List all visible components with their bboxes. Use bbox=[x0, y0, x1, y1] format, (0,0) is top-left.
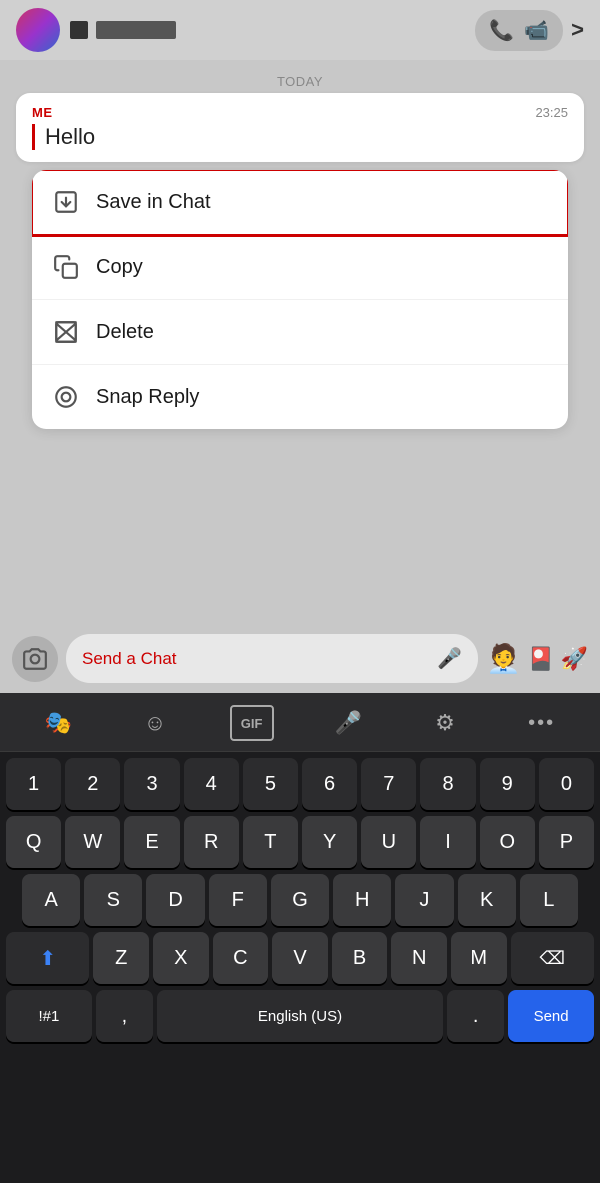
key-4[interactable]: 4 bbox=[184, 758, 239, 810]
key-r[interactable]: R bbox=[184, 816, 239, 868]
name-initial-block bbox=[70, 21, 88, 39]
key-d[interactable]: D bbox=[146, 874, 204, 926]
sticker-toolbar-btn[interactable]: 🎭 bbox=[36, 705, 80, 741]
input-placeholder: Send a Chat bbox=[82, 649, 177, 669]
emoji-toolbar-btn[interactable]: ☺ bbox=[133, 705, 177, 741]
save-in-chat-label: Save in Chat bbox=[96, 191, 211, 214]
shift-key[interactable]: ⬆ bbox=[6, 932, 89, 984]
settings-toolbar-btn[interactable]: ⚙ bbox=[423, 705, 467, 741]
key-5[interactable]: 5 bbox=[243, 758, 298, 810]
key-z[interactable]: Z bbox=[93, 932, 149, 984]
rocket-icon[interactable]: 🚀 bbox=[561, 646, 588, 672]
number-row: 1 2 3 4 5 6 7 8 9 0 bbox=[0, 752, 600, 810]
menu-item-snap-reply[interactable]: Snap Reply bbox=[32, 365, 568, 429]
key-6[interactable]: 6 bbox=[302, 758, 357, 810]
menu-item-delete[interactable]: Delete bbox=[32, 300, 568, 365]
call-video-pill[interactable]: 📞 📹 bbox=[475, 10, 563, 51]
asdf-row: A S D F G H J K L bbox=[0, 868, 600, 926]
menu-item-save-in-chat[interactable]: Save in Chat bbox=[32, 170, 568, 235]
key-c[interactable]: C bbox=[213, 932, 269, 984]
message-body: Hello bbox=[32, 124, 568, 150]
period-key[interactable]: . bbox=[447, 990, 504, 1042]
special-key[interactable]: !#1 bbox=[6, 990, 92, 1042]
key-8[interactable]: 8 bbox=[420, 758, 475, 810]
key-g[interactable]: G bbox=[271, 874, 329, 926]
video-icon[interactable]: 📹 bbox=[524, 18, 549, 43]
message-sender: ME bbox=[32, 105, 53, 120]
key-o[interactable]: O bbox=[480, 816, 535, 868]
message-bubble: ME 23:25 Hello bbox=[16, 93, 584, 162]
contact-name-text bbox=[96, 21, 176, 39]
sticker-button[interactable]: 🎴 bbox=[527, 646, 554, 672]
key-t[interactable]: T bbox=[243, 816, 298, 868]
key-y[interactable]: Y bbox=[302, 816, 357, 868]
bitmoji-sticker[interactable]: 🧑‍💼 bbox=[486, 642, 521, 675]
top-bar: 📞 📹 > bbox=[0, 0, 600, 60]
snap-reply-label: Snap Reply bbox=[96, 386, 199, 409]
message-time: 23:25 bbox=[535, 105, 568, 120]
key-2[interactable]: 2 bbox=[65, 758, 120, 810]
more-toolbar-btn[interactable]: ••• bbox=[520, 705, 564, 741]
key-q[interactable]: Q bbox=[6, 816, 61, 868]
copy-label: Copy bbox=[96, 256, 143, 279]
contact-name-block bbox=[70, 21, 475, 39]
key-e[interactable]: E bbox=[124, 816, 179, 868]
message-text: Hello bbox=[45, 124, 95, 149]
key-v[interactable]: V bbox=[272, 932, 328, 984]
key-l[interactable]: L bbox=[520, 874, 578, 926]
key-1[interactable]: 1 bbox=[6, 758, 61, 810]
key-b[interactable]: B bbox=[332, 932, 388, 984]
chat-area: TODAY ME 23:25 Hello Save in Chat bbox=[0, 60, 600, 441]
delete-label: Delete bbox=[96, 321, 154, 344]
keyboard-toolbar: 🎭 ☺ GIF 🎤 ⚙ ••• bbox=[0, 693, 600, 752]
key-i[interactable]: I bbox=[420, 816, 475, 868]
key-j[interactable]: J bbox=[395, 874, 453, 926]
key-p[interactable]: P bbox=[539, 816, 594, 868]
key-s[interactable]: S bbox=[84, 874, 142, 926]
context-menu: Save in Chat Copy bbox=[32, 170, 568, 429]
delete-icon bbox=[52, 318, 80, 346]
key-x[interactable]: X bbox=[153, 932, 209, 984]
key-3[interactable]: 3 bbox=[124, 758, 179, 810]
input-bar: Send a Chat 🎤 🧑‍💼 🎴 🚀 bbox=[0, 624, 600, 693]
zxcv-row: ⬆ Z X C V B N M ⌫ bbox=[0, 926, 600, 984]
menu-item-copy[interactable]: Copy bbox=[32, 235, 568, 300]
keyboard: 🎭 ☺ GIF 🎤 ⚙ ••• 1 2 3 4 5 6 7 8 9 0 Q W … bbox=[0, 693, 600, 1183]
key-h[interactable]: H bbox=[333, 874, 391, 926]
key-a[interactable]: A bbox=[22, 874, 80, 926]
backspace-key[interactable]: ⌫ bbox=[511, 932, 594, 984]
key-7[interactable]: 7 bbox=[361, 758, 416, 810]
gif-toolbar-btn[interactable]: GIF bbox=[230, 705, 274, 741]
qwerty-row: Q W E R T Y U I O P bbox=[0, 810, 600, 868]
key-9[interactable]: 9 bbox=[480, 758, 535, 810]
copy-icon bbox=[52, 253, 80, 281]
bottom-row: !#1 , English (US) . Send bbox=[0, 984, 600, 1062]
comma-key[interactable]: , bbox=[96, 990, 153, 1042]
chevron-right-icon[interactable]: > bbox=[571, 17, 584, 43]
key-f[interactable]: F bbox=[209, 874, 267, 926]
message-header: ME 23:25 bbox=[32, 105, 568, 120]
phone-icon[interactable]: 📞 bbox=[489, 18, 514, 43]
chat-input-field[interactable]: Send a Chat 🎤 bbox=[66, 634, 478, 683]
save-in-chat-icon bbox=[52, 188, 80, 216]
avatar bbox=[16, 8, 60, 52]
sticker-area: 🧑‍💼 🎴 🚀 bbox=[486, 642, 588, 675]
mic-icon[interactable]: 🎤 bbox=[437, 646, 462, 671]
today-label: TODAY bbox=[16, 68, 584, 93]
mic-toolbar-btn[interactable]: 🎤 bbox=[326, 705, 370, 741]
snap-reply-icon bbox=[52, 383, 80, 411]
key-m[interactable]: M bbox=[451, 932, 507, 984]
space-key[interactable]: English (US) bbox=[157, 990, 443, 1042]
send-key[interactable]: Send bbox=[508, 990, 594, 1042]
key-0[interactable]: 0 bbox=[539, 758, 594, 810]
camera-button[interactable] bbox=[12, 636, 58, 682]
key-w[interactable]: W bbox=[65, 816, 120, 868]
key-u[interactable]: U bbox=[361, 816, 416, 868]
top-action-icons: 📞 📹 > bbox=[475, 10, 584, 51]
key-n[interactable]: N bbox=[391, 932, 447, 984]
key-k[interactable]: K bbox=[458, 874, 516, 926]
